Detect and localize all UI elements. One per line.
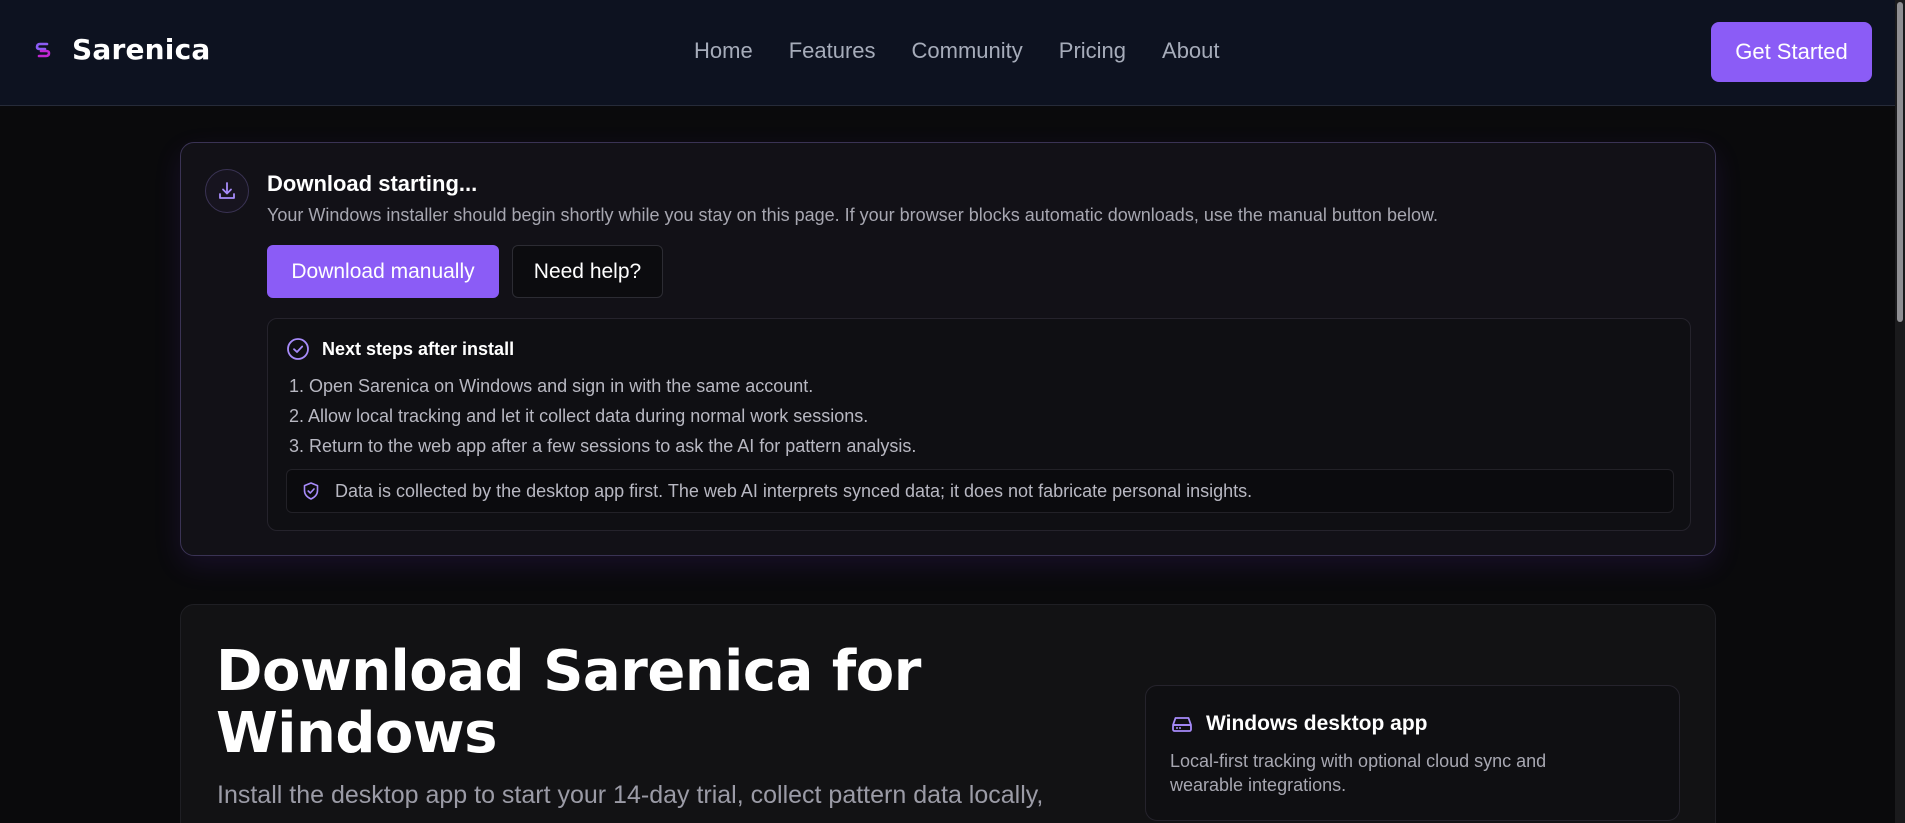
brand[interactable]: Sarenica xyxy=(34,33,210,66)
brand-name: Sarenica xyxy=(72,33,211,66)
list-item: 3. Return to the web app after a few ses… xyxy=(289,436,917,456)
shield-check-icon xyxy=(303,482,319,500)
hero-card: Download Sarenica for Windows Install th… xyxy=(180,604,1716,823)
download-title: Download starting... xyxy=(267,171,478,196)
next-steps-panel: Next steps after install 1. Open Sarenic… xyxy=(267,318,1691,531)
nav-link-pricing[interactable]: Pricing xyxy=(1059,38,1126,64)
list-item: 1. Open Sarenica on Windows and sign in … xyxy=(289,376,814,396)
nav-link-home[interactable]: Home xyxy=(694,38,753,64)
check-circle-icon xyxy=(287,338,309,360)
page-title: Download Sarenica for Windows xyxy=(216,639,921,766)
download-icon xyxy=(219,182,235,199)
next-steps-heading: Next steps after install xyxy=(286,337,514,361)
hard-drive-icon xyxy=(1172,717,1192,732)
sarenica-logo-icon xyxy=(35,42,51,57)
next-steps-title: Next steps after install xyxy=(322,338,515,359)
feature-heading: Windows desktop app xyxy=(1170,712,1427,736)
feature-description: Local-first tracking with optional cloud… xyxy=(1170,751,1547,795)
nav-link-about[interactable]: About xyxy=(1162,38,1220,64)
data-notice-text: Data is collected by the desktop app fir… xyxy=(335,480,1253,501)
top-navigation: Sarenica Home Features Community Pricing… xyxy=(0,0,1895,106)
nav-link-features[interactable]: Features xyxy=(789,38,876,64)
nav-links: Home Features Community Pricing About xyxy=(694,38,1220,64)
nav-link-community[interactable]: Community xyxy=(912,38,1023,64)
feature-card-desktop-app: Windows desktop app Local-first tracking… xyxy=(1145,685,1680,821)
need-help-button[interactable]: Need help? xyxy=(512,245,663,298)
get-started-button[interactable]: Get Started xyxy=(1711,22,1872,82)
download-description: Your Windows installer should begin shor… xyxy=(267,205,1438,225)
hero-subtitle: Install the desktop app to start your 14… xyxy=(217,781,1044,809)
download-status-card: Download starting... Your Windows instal… xyxy=(180,142,1716,556)
scrollbar-thumb[interactable] xyxy=(1897,2,1903,322)
list-item: 2. Allow local tracking and let it colle… xyxy=(289,406,869,426)
feature-title: Windows desktop app xyxy=(1206,712,1428,735)
next-steps-list: 1. Open Sarenica on Windows and sign in … xyxy=(289,371,916,461)
download-manually-button[interactable]: Download manually xyxy=(267,245,499,298)
data-notice: Data is collected by the desktop app fir… xyxy=(286,469,1674,513)
download-icon-badge xyxy=(205,169,249,213)
